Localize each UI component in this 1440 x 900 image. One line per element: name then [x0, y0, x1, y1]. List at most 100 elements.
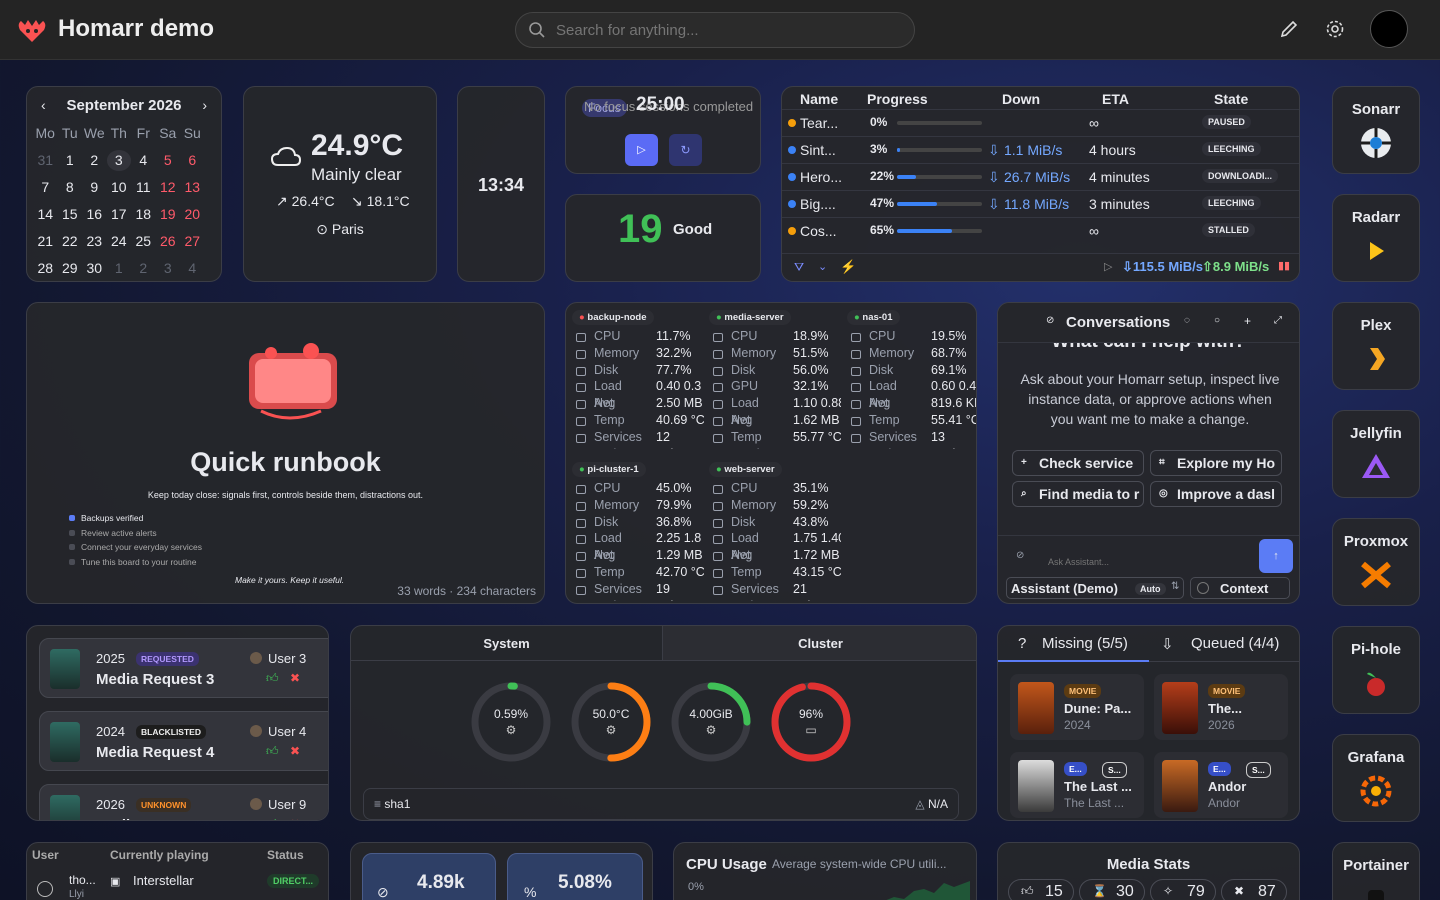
find-media-button[interactable]: ⌕ Find media to r — [1012, 481, 1144, 507]
expand-icon[interactable]: ⤢ — [1274, 315, 1282, 326]
calendar-day[interactable]: 5 — [156, 150, 181, 171]
pause-all-icon[interactable]: ▮▮ — [1278, 259, 1290, 272]
new-chat-icon[interactable]: + — [1244, 314, 1251, 328]
approve-icon[interactable]: 👍︎ — [266, 817, 279, 820]
calendar-day[interactable]: 19 — [156, 204, 181, 225]
download-row[interactable]: Tear... 0% ∞ PAUSED — [782, 109, 1299, 136]
calendar-day[interactable]: 1 — [107, 258, 132, 279]
checklist-item[interactable]: Backups verified — [69, 511, 202, 526]
approve-icon[interactable]: 👍︎ — [266, 671, 279, 686]
calendar-day[interactable]: 3 — [106, 150, 131, 171]
calendar-day[interactable]: 29 — [58, 258, 83, 279]
calendar-day[interactable]: 26 — [156, 231, 181, 252]
checkbox-icon[interactable] — [69, 529, 75, 536]
calendar-day[interactable]: 21 — [33, 231, 58, 252]
calendar-day[interactable]: 4 — [180, 258, 205, 279]
calendar-day[interactable]: 31 — [33, 150, 58, 171]
checklist-item[interactable]: Connect your everyday services — [69, 540, 202, 555]
media-request-card[interactable]: 2025 REQUESTED Media Request 3 User 3 👍︎ ✖ — [39, 638, 328, 698]
calendar-day[interactable]: 24 — [107, 231, 132, 252]
user-avatar[interactable] — [1370, 10, 1408, 48]
filter-icon[interactable]: ⛛ — [794, 260, 804, 275]
app-tile-proxmox[interactable]: Proxmox — [1332, 518, 1420, 606]
calendar-day[interactable]: 20 — [180, 204, 205, 225]
col-down[interactable]: Down — [1002, 91, 1040, 107]
attach-icon[interactable]: ⊘ — [1016, 550, 1024, 561]
calendar-day[interactable]: 13 — [180, 177, 205, 198]
search-bar[interactable] — [515, 12, 915, 48]
calendar-day[interactable]: 12 — [156, 177, 181, 198]
missing-media-card[interactable]: MOVIE The... 2026 — [1154, 674, 1288, 740]
send-button[interactable]: ↑ — [1259, 539, 1293, 573]
checkbox-icon[interactable] — [69, 558, 75, 565]
media-request-card[interactable]: 2024 BLACKLISTED Media Request 4 User 4 👍︎ ✖ — [39, 711, 328, 771]
checklist-item[interactable]: Review active alerts — [69, 526, 202, 541]
edit-pencil-icon[interactable] — [1278, 18, 1300, 40]
improve-dashboard-button[interactable]: ◎ Improve a dasl — [1150, 481, 1282, 507]
next-month-icon[interactable]: › — [202, 97, 207, 113]
calendar-day[interactable]: 2 — [82, 150, 107, 171]
app-tile-pi-hole[interactable]: Pi-hole — [1332, 626, 1420, 714]
calendar-day[interactable]: 25 — [131, 231, 156, 252]
calendar-day[interactable]: 17 — [107, 204, 132, 225]
calendar-day[interactable]: 30 — [82, 258, 107, 279]
app-tile-grafana[interactable]: Grafana — [1332, 734, 1420, 822]
col-state[interactable]: State — [1214, 91, 1248, 107]
col-name[interactable]: Name — [800, 91, 838, 107]
calendar-day[interactable]: 15 — [58, 204, 83, 225]
decline-icon[interactable]: ✖ — [290, 817, 300, 820]
app-tile-jellyfin[interactable]: Jellyfin — [1332, 410, 1420, 498]
calendar-day[interactable]: 1 — [58, 150, 83, 171]
assistant-input[interactable] — [1048, 557, 1238, 567]
bolt-icon[interactable]: ⚡ — [840, 259, 856, 275]
checklist-item[interactable]: Tune this board to your routine — [69, 555, 202, 570]
model-select[interactable]: Assistant (Demo) Auto ⇅ — [1006, 577, 1184, 599]
calendar-day[interactable]: 9 — [82, 177, 107, 198]
tab-queued[interactable]: ⇩ Queued (4/4) — [1149, 626, 1299, 662]
calendar-day[interactable]: 11 — [131, 177, 156, 198]
calendar-day[interactable]: 2 — [131, 258, 156, 279]
settings-gear-icon[interactable] — [1324, 18, 1346, 40]
calendar-day[interactable]: 4 — [131, 150, 156, 171]
missing-media-card[interactable]: MOVIE Dune: Pa... 2024 — [1010, 674, 1144, 740]
calendar-day[interactable]: 7 — [33, 177, 58, 198]
play-button[interactable]: ▷ — [625, 134, 658, 166]
checkbox-icon[interactable] — [69, 544, 75, 551]
explore-button[interactable]: ⌗ Explore my Ho — [1150, 450, 1282, 476]
calendar-day[interactable]: 28 — [33, 258, 58, 279]
calendar-day[interactable]: 23 — [82, 231, 107, 252]
calendar-day[interactable]: 3 — [156, 258, 181, 279]
missing-media-card[interactable]: E... S... The Last ... The Last ... — [1010, 752, 1144, 818]
approve-icon[interactable]: 👍︎ — [266, 744, 279, 759]
calendar-day[interactable]: 22 — [58, 231, 83, 252]
col-progress[interactable]: Progress — [867, 91, 928, 107]
calendar-day[interactable]: 18 — [131, 204, 156, 225]
app-tile-sonarr[interactable]: Sonarr — [1332, 86, 1420, 174]
calendar-day[interactable]: 6 — [180, 150, 205, 171]
app-tile-radarr[interactable]: Radarr — [1332, 194, 1420, 282]
calendar-day[interactable]: 16 — [82, 204, 107, 225]
chevron-down-icon[interactable]: ⌄ — [818, 260, 827, 273]
download-row[interactable]: Cos... 65% ∞ STALLED — [782, 217, 1299, 244]
app-tile-plex[interactable]: Plex — [1332, 302, 1420, 390]
calendar-day[interactable]: 27 — [180, 231, 205, 252]
download-row[interactable]: Hero... 22% ⇩ 26.7 MiB/s 4 minutes DOWNLOADI.… — [782, 163, 1299, 190]
calendar-day[interactable]: 10 — [107, 177, 132, 198]
decline-icon[interactable]: ✖ — [290, 744, 300, 758]
tab-system[interactable]: System — [351, 626, 663, 661]
checkbox-icon[interactable] — [69, 515, 75, 522]
reset-button[interactable]: ↻ — [669, 134, 702, 166]
tab-missing[interactable]: ? Missing (5/5) — [998, 626, 1149, 662]
play-small-icon[interactable]: ▷ — [1104, 260, 1112, 273]
download-row[interactable]: Big.... 47% ⇩ 11.8 MiB/s 3 minutes LEECHING — [782, 190, 1299, 217]
calendar-day[interactable]: 14 — [33, 204, 58, 225]
context-toggle[interactable]: Context — [1190, 577, 1290, 599]
media-request-card[interactable]: 2026 UNKNOWN Media Request 9 User 9 👍︎ ✖ — [39, 784, 328, 820]
col-eta[interactable]: ETA — [1102, 91, 1129, 107]
homarr-logo-icon[interactable] — [16, 16, 48, 44]
check-service-button[interactable]: + Check service — [1012, 450, 1144, 476]
calendar-day[interactable]: 8 — [58, 177, 83, 198]
history-icon[interactable]: ◌ — [1184, 315, 1190, 326]
missing-media-card[interactable]: E... S... Andor Andor — [1154, 752, 1288, 818]
tab-cluster[interactable]: Cluster — [663, 626, 976, 661]
